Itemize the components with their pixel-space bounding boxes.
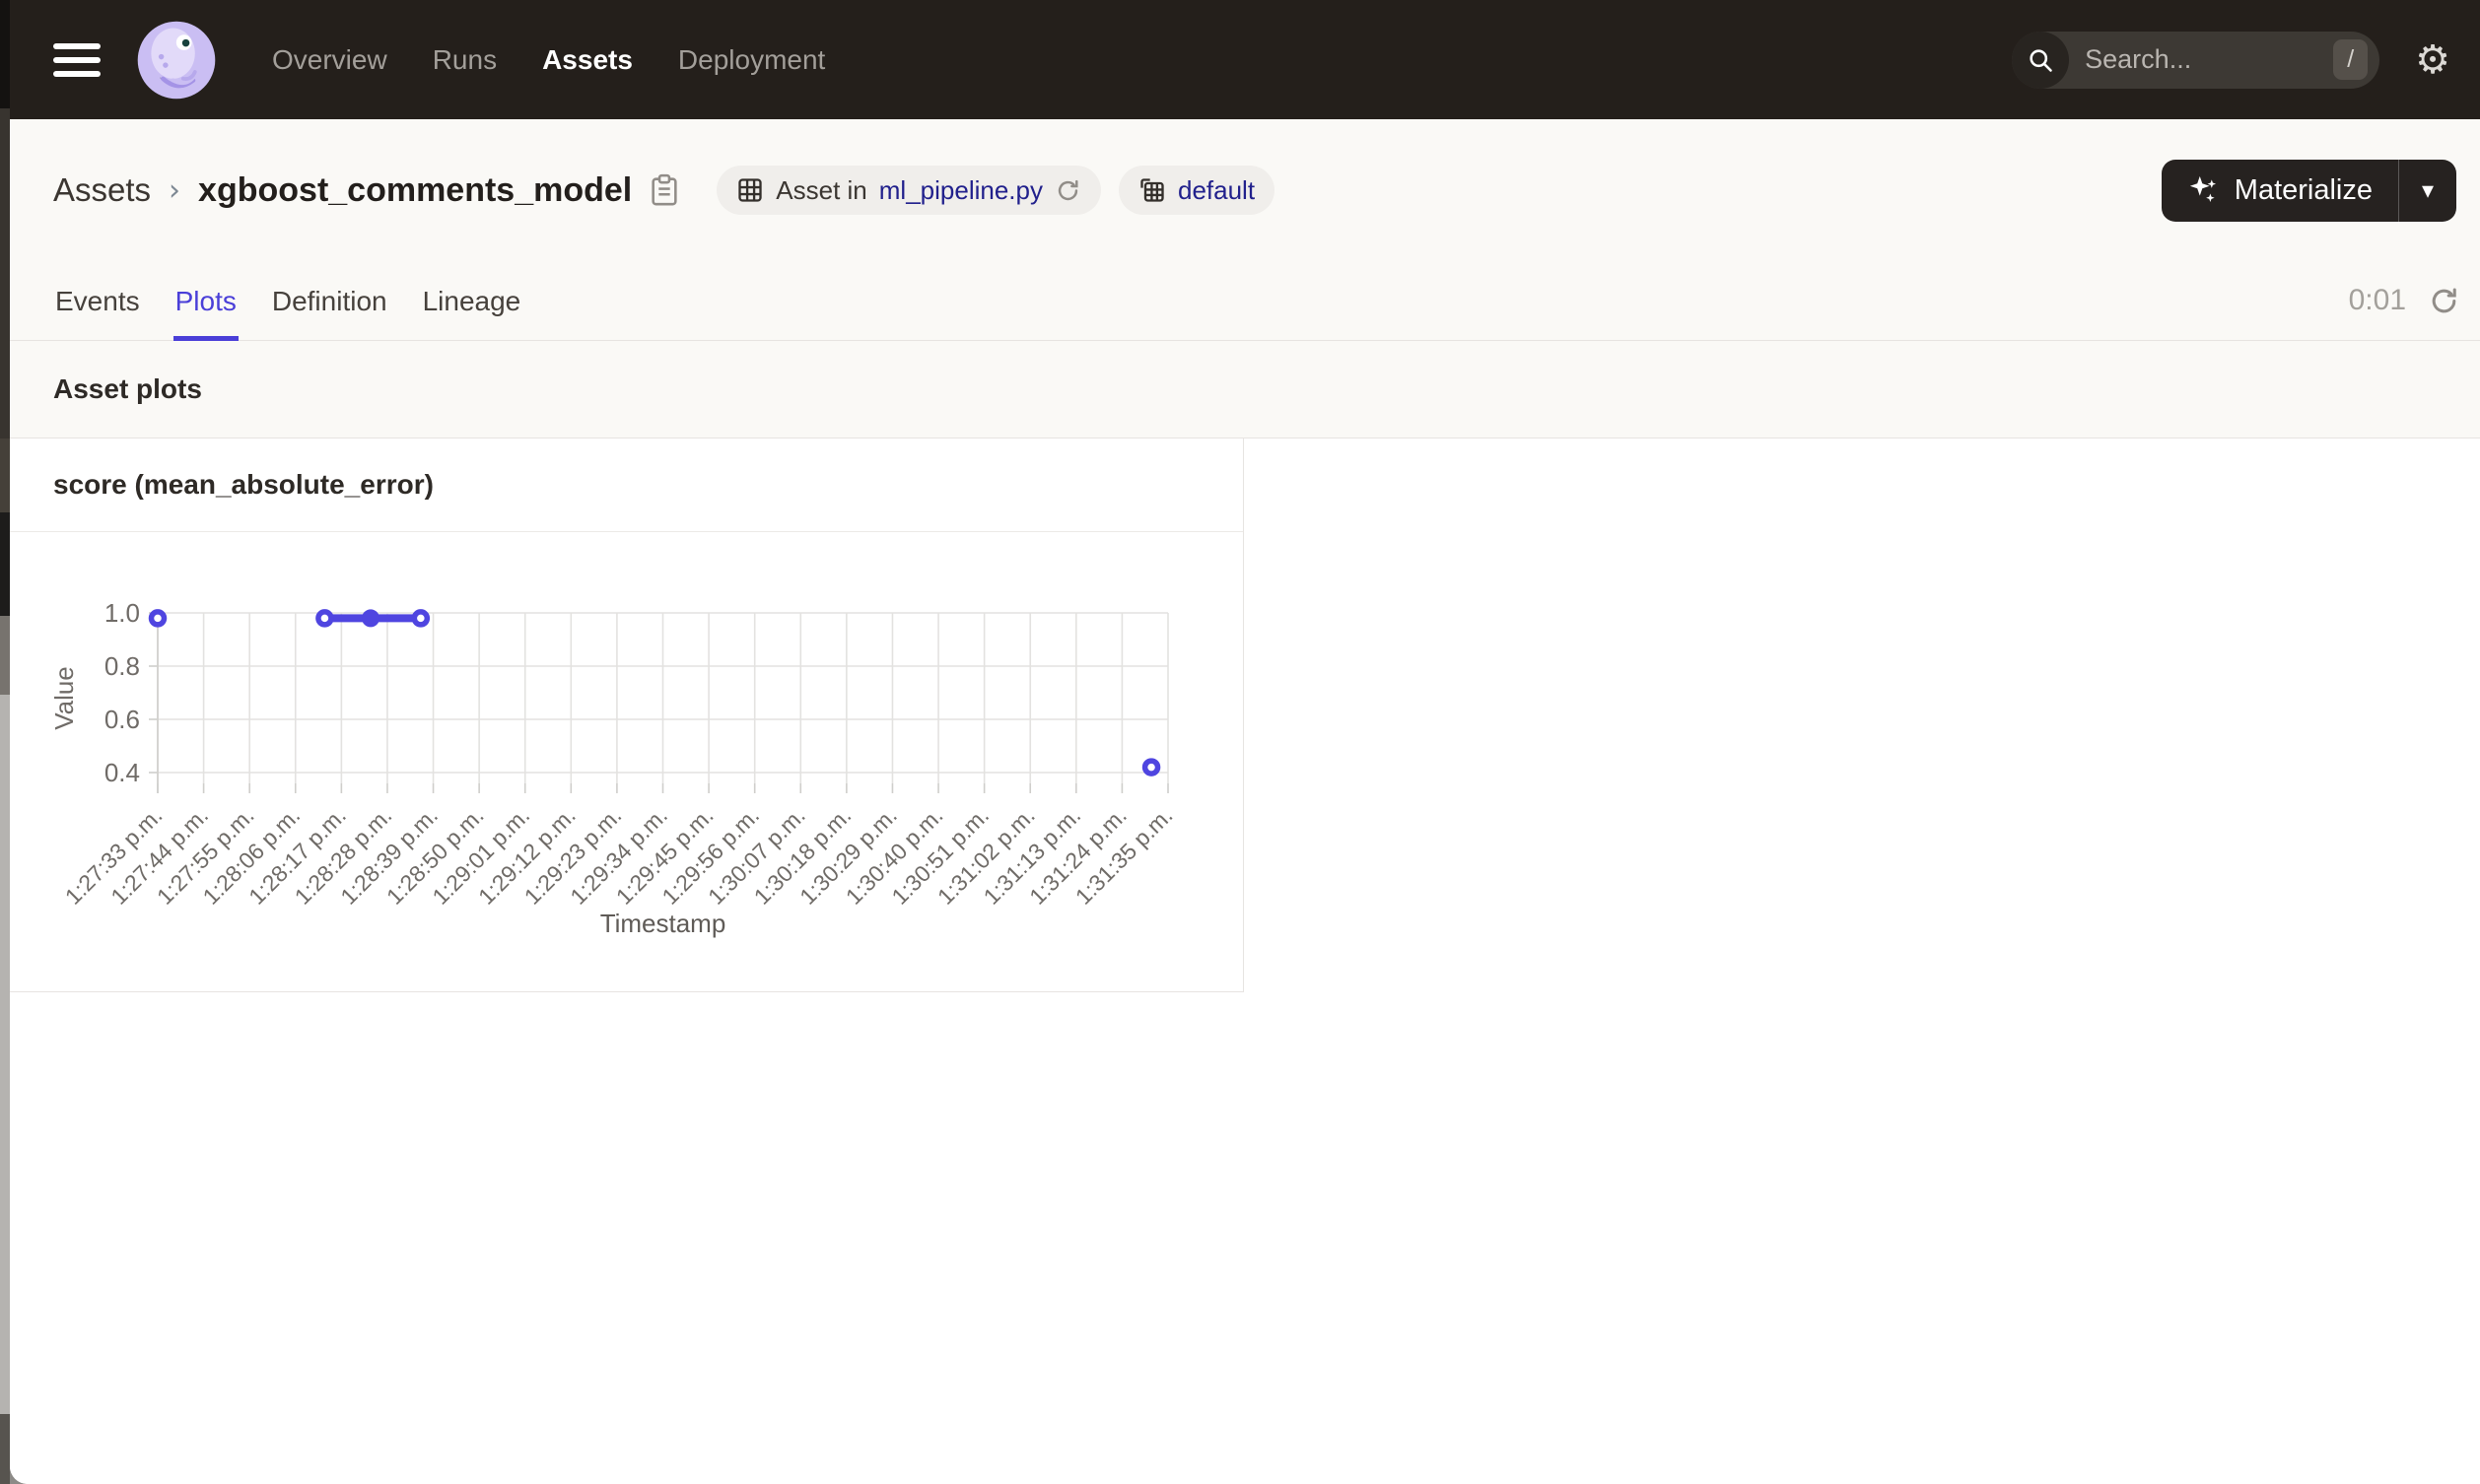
tab-events[interactable]: Events (53, 261, 142, 341)
tab-plots[interactable]: Plots (172, 261, 239, 341)
asset-tabs: Events Plots Definition Lineage (53, 261, 523, 341)
svg-text:0.8: 0.8 (104, 651, 140, 681)
dagster-logo[interactable] (136, 20, 217, 101)
settings-gear-icon[interactable]: ⚙ (2415, 40, 2450, 80)
asset-location-badge: Asset in ml_pipeline.py (717, 166, 1101, 215)
nav-item-overview[interactable]: Overview (272, 44, 387, 76)
tab-lineage[interactable]: Lineage (421, 261, 523, 341)
search-input[interactable]: Search... / (2012, 31, 2380, 89)
asset-header: Assets › xgboost_comments_model Asset in (10, 119, 2480, 261)
sparkles-icon (2189, 175, 2216, 203)
svg-text:Value: Value (49, 666, 79, 730)
asset-plot-card: score (mean_absolute_error) 1.0 0.8 0.6 0.4… (10, 438, 1244, 992)
refresh-timer: 0:01 (2348, 284, 2406, 316)
background-window-strip (0, 0, 10, 1484)
search-shortcut-key: / (2333, 39, 2369, 80)
asset-location-prefix: Asset in (776, 174, 867, 205)
breadcrumb-separator-icon: › (169, 172, 181, 208)
asset-tabs-row: Events Plots Definition Lineage 0:01 (10, 261, 2480, 341)
materialize-button[interactable]: Materialize (2162, 160, 2398, 222)
search-placeholder: Search... (2085, 44, 2192, 74)
section-title: Asset plots (10, 341, 2480, 438)
refresh-icon[interactable] (2428, 285, 2460, 317)
svg-text:0.4: 0.4 (104, 758, 140, 787)
svg-text:Timestamp: Timestamp (600, 909, 726, 938)
reload-location-icon[interactable] (1055, 177, 1081, 204)
asset-plot-svg: 1.00.80.60.41:27:33 p.m.1:27:44 p.m.1:27… (49, 598, 1178, 938)
plot-title: score (mean_absolute_error) (10, 438, 1243, 532)
asset-badges: Asset in ml_pipeline.py default (717, 166, 1275, 215)
svg-text:1.0: 1.0 (104, 598, 140, 628)
code-location-link[interactable]: default (1178, 175, 1255, 206)
copy-asset-name-icon[interactable] (650, 173, 679, 207)
app-window: Overview Runs Assets Deployment Search..… (10, 0, 2480, 1484)
plots-content: score (mean_absolute_error) 1.0 0.8 0.6 0.4… (10, 438, 2480, 1484)
materialize-dropdown-caret[interactable]: ▾ (2399, 160, 2456, 222)
materialize-label: Materialize (2234, 173, 2373, 206)
breadcrumb-assets-link[interactable]: Assets (53, 171, 151, 209)
primary-nav: Overview Runs Assets Deployment (272, 44, 825, 76)
asset-location-link[interactable]: ml_pipeline.py (879, 175, 1043, 206)
nav-item-deployment[interactable]: Deployment (678, 44, 825, 76)
search-icon (2012, 31, 2070, 89)
tab-definition[interactable]: Definition (270, 261, 389, 341)
code-location-icon (1140, 178, 1164, 202)
breadcrumb: Assets › xgboost_comments_model (53, 171, 679, 210)
asset-grid-icon (738, 178, 762, 202)
nav-item-runs[interactable]: Runs (433, 44, 497, 76)
nav-item-assets[interactable]: Assets (542, 44, 633, 76)
materialize-split-button: Materialize ▾ (2161, 159, 2456, 222)
top-nav-bar: Overview Runs Assets Deployment Search..… (10, 0, 2480, 119)
code-location-badge: default (1118, 166, 1275, 215)
menu-icon[interactable] (53, 42, 101, 77)
svg-text:0.6: 0.6 (104, 705, 140, 734)
page-title: xgboost_comments_model (198, 170, 633, 209)
